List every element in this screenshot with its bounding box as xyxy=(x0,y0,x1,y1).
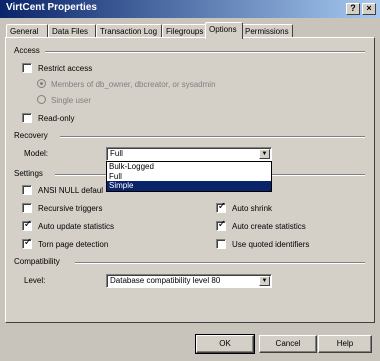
compatibility-heading: Compatibility xyxy=(14,257,64,266)
auto-shrink-checkbox[interactable]: ✓ xyxy=(216,201,227,213)
settings-heading: Settings xyxy=(14,169,47,178)
tab-filegroups[interactable]: Filegroups xyxy=(162,24,208,38)
close-button[interactable]: × xyxy=(362,3,376,15)
tab-options[interactable]: Options xyxy=(205,22,243,39)
auto-create-stats-label: Auto create statistics xyxy=(232,222,306,231)
recovery-model-value: Full xyxy=(110,149,123,158)
tab-permissions[interactable]: Permissions xyxy=(241,24,293,38)
level-label: Level: xyxy=(24,276,46,285)
radio-dot xyxy=(40,82,43,85)
recovery-divider xyxy=(60,136,365,138)
check-icon: ✓ xyxy=(23,237,33,248)
read-only-label: Read-only xyxy=(38,114,75,123)
read-only-checkbox[interactable] xyxy=(22,113,32,123)
recovery-model-select[interactable]: Full ▼ xyxy=(106,147,272,161)
cancel-button[interactable]: Cancel xyxy=(259,335,317,353)
check-icon: ✓ xyxy=(23,219,33,230)
compatibility-divider xyxy=(75,262,365,264)
title-bar: VirtCent Properties ? × xyxy=(0,0,380,18)
auto-shrink-label: Auto shrink xyxy=(232,204,273,213)
torn-page-checkbox[interactable]: ✓ xyxy=(22,237,33,249)
access-divider xyxy=(45,51,365,53)
single-user-label: Single user xyxy=(51,96,92,105)
chevron-down-icon[interactable]: ▼ xyxy=(259,276,270,286)
help-title-button[interactable]: ? xyxy=(346,3,360,15)
tab-general[interactable]: General xyxy=(6,24,48,38)
torn-page-label: Torn page detection xyxy=(38,240,109,249)
compatibility-level-select[interactable]: Database compatibility level 80 ▼ xyxy=(106,274,272,288)
members-radio[interactable] xyxy=(37,79,46,88)
chevron-down-icon[interactable]: ▼ xyxy=(259,149,270,159)
recursive-triggers-label: Recursive triggers xyxy=(38,204,103,213)
ansi-null-label: ANSI NULL defaul xyxy=(38,186,104,195)
recursive-triggers-checkbox[interactable] xyxy=(22,203,32,213)
check-icon: ✓ xyxy=(217,201,227,212)
window-title: VirtCent Properties xyxy=(6,2,97,13)
option-simple[interactable]: Simple xyxy=(107,181,271,191)
compatibility-level-value: Database compatibility level 80 xyxy=(110,276,221,285)
auto-update-stats-checkbox[interactable]: ✓ xyxy=(22,219,33,231)
tab-data-files[interactable]: Data Files xyxy=(48,24,96,38)
auto-update-stats-label: Auto update statistics xyxy=(38,222,115,231)
option-full[interactable]: Full xyxy=(107,172,271,182)
restrict-access-label: Restrict access xyxy=(38,64,93,73)
option-bulk-logged[interactable]: Bulk-Logged xyxy=(107,162,271,172)
recovery-model-dropdown[interactable]: Bulk-Logged Full Simple xyxy=(106,161,272,192)
members-label: Members of db_owner, dbcreator, or sysad… xyxy=(51,80,216,89)
restrict-access-checkbox[interactable] xyxy=(22,63,32,73)
ok-button[interactable]: OK xyxy=(195,334,255,354)
auto-create-stats-checkbox[interactable]: ✓ xyxy=(216,219,227,231)
quoted-identifiers-label: Use quoted identifiers xyxy=(232,240,310,249)
tab-transaction-log[interactable]: Transaction Log xyxy=(96,24,162,38)
recovery-heading: Recovery xyxy=(14,131,52,140)
access-heading: Access xyxy=(14,46,44,55)
single-user-radio[interactable] xyxy=(37,95,46,104)
quoted-identifiers-checkbox[interactable] xyxy=(216,239,226,249)
help-button[interactable]: Help xyxy=(318,335,372,353)
ansi-null-checkbox[interactable] xyxy=(22,185,32,195)
model-label: Model: xyxy=(24,149,49,158)
check-icon: ✓ xyxy=(217,219,227,230)
